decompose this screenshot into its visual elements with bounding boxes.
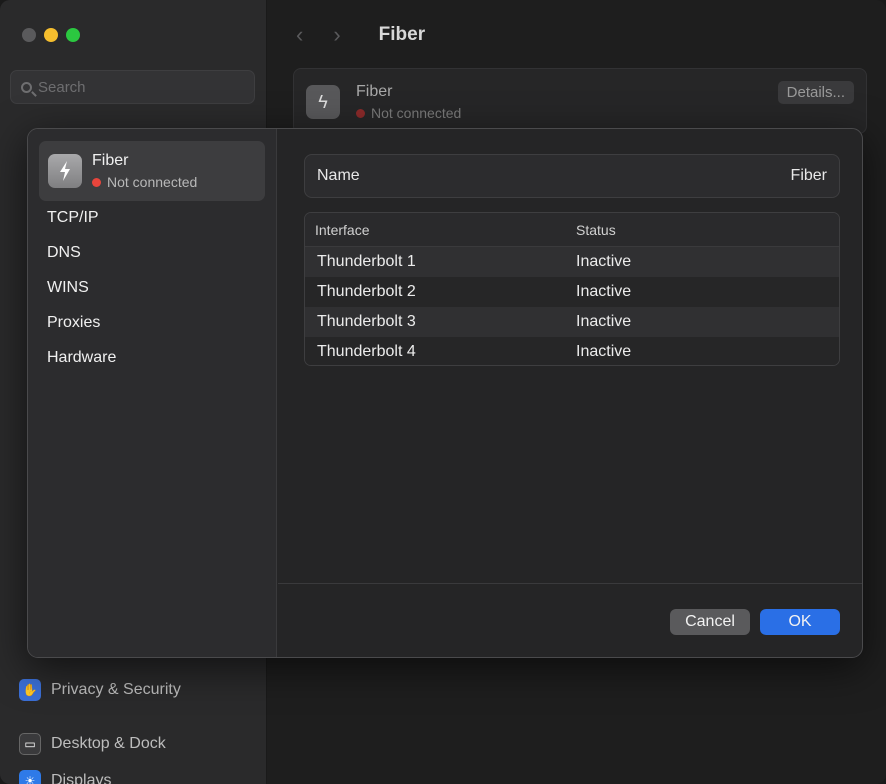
- column-header-status[interactable]: Status: [576, 222, 616, 238]
- sheet-content: Name Fiber Interface Status Thunderbolt …: [278, 129, 862, 657]
- sidebar-item-tcpip[interactable]: TCP/IP: [47, 209, 99, 227]
- sidebar-item-proxies[interactable]: Proxies: [47, 314, 100, 332]
- interface-cell: Thunderbolt 4: [317, 343, 416, 360]
- table-row[interactable]: Thunderbolt 1 Inactive: [305, 247, 839, 277]
- sidebar-item-displays[interactable]: ☀ Displays: [19, 770, 111, 784]
- table-row[interactable]: Thunderbolt 3 Inactive: [305, 307, 839, 337]
- status-dot: [92, 177, 101, 187]
- sidebar-item-label: Desktop & Dock: [51, 735, 166, 752]
- interface-table: Interface Status Thunderbolt 1 Inactive …: [304, 212, 840, 366]
- status-cell: Inactive: [576, 283, 632, 300]
- minimize-window-button[interactable]: [44, 28, 58, 42]
- cancel-button[interactable]: Cancel: [670, 609, 750, 635]
- thunderbolt-icon: ϟ: [306, 85, 340, 119]
- status-cell: Inactive: [576, 343, 632, 360]
- service-status-text: Not connected: [107, 174, 198, 190]
- service-card: ϟ Fiber Not connected Details...: [293, 68, 867, 134]
- close-window-button[interactable]: [22, 28, 36, 42]
- interface-cell: Thunderbolt 3: [317, 313, 416, 330]
- forward-chevron-icon[interactable]: ›: [333, 22, 340, 48]
- interface-cell: Thunderbolt 2: [317, 283, 416, 300]
- service-status: Not connected: [92, 174, 197, 190]
- table-row[interactable]: Thunderbolt 2 Inactive: [305, 277, 839, 307]
- service-name: Fiber: [92, 152, 129, 169]
- search-icon: [21, 81, 32, 93]
- ok-button[interactable]: OK: [760, 609, 840, 635]
- search-input[interactable]: Search: [10, 70, 255, 104]
- sidebar-item-desktop-dock[interactable]: ▭ Desktop & Dock: [19, 733, 166, 755]
- system-settings-window: Search ✋ Privacy & Security ▭ Desktop & …: [0, 0, 886, 784]
- sun-icon: ☀: [19, 770, 41, 784]
- service-status: Not connected: [356, 105, 461, 121]
- search-placeholder: Search: [38, 78, 86, 96]
- divider: [278, 583, 862, 584]
- table-body: Thunderbolt 1 Inactive Thunderbolt 2 Ina…: [305, 247, 839, 365]
- back-chevron-icon[interactable]: ‹: [296, 22, 303, 48]
- sidebar-item-label: Privacy & Security: [51, 681, 181, 698]
- sidebar-item-hardware[interactable]: Hardware: [47, 349, 116, 367]
- interface-cell: Thunderbolt 1: [317, 253, 416, 270]
- sidebar-item-privacy-security[interactable]: ✋ Privacy & Security: [19, 679, 181, 701]
- column-header-interface[interactable]: Interface: [305, 222, 576, 238]
- name-field-value[interactable]: Fiber: [791, 167, 827, 185]
- table-row[interactable]: Thunderbolt 4 Inactive: [305, 337, 839, 365]
- sidebar-item-wins[interactable]: WINS: [47, 279, 89, 297]
- window-controls: [22, 28, 80, 42]
- sidebar-item-label: Displays: [51, 772, 112, 784]
- network-service-sheet: Fiber Not connected TCP/IP DNS WINS Prox…: [27, 128, 863, 658]
- page-title: Fiber: [378, 24, 426, 45]
- thunderbolt-icon: [48, 154, 82, 188]
- hand-icon: ✋: [19, 679, 41, 701]
- service-name: Fiber: [356, 83, 393, 100]
- zoom-window-button[interactable]: [66, 28, 80, 42]
- details-button[interactable]: Details...: [777, 81, 854, 104]
- status-cell: Inactive: [576, 253, 632, 270]
- sidebar-item-dns[interactable]: DNS: [47, 244, 81, 262]
- dock-icon: ▭: [19, 733, 41, 755]
- sidebar-item-fiber[interactable]: Fiber Not connected: [39, 141, 265, 201]
- status-cell: Inactive: [576, 313, 632, 330]
- name-field-label: Name: [317, 167, 360, 184]
- toolbar: ‹ › Fiber: [268, 0, 886, 70]
- service-status-text: Not connected: [371, 105, 462, 121]
- table-header: Interface Status: [305, 213, 839, 247]
- name-field[interactable]: Name Fiber: [304, 154, 840, 198]
- sheet-sidebar: Fiber Not connected TCP/IP DNS WINS Prox…: [28, 129, 277, 657]
- status-dot: [356, 108, 365, 118]
